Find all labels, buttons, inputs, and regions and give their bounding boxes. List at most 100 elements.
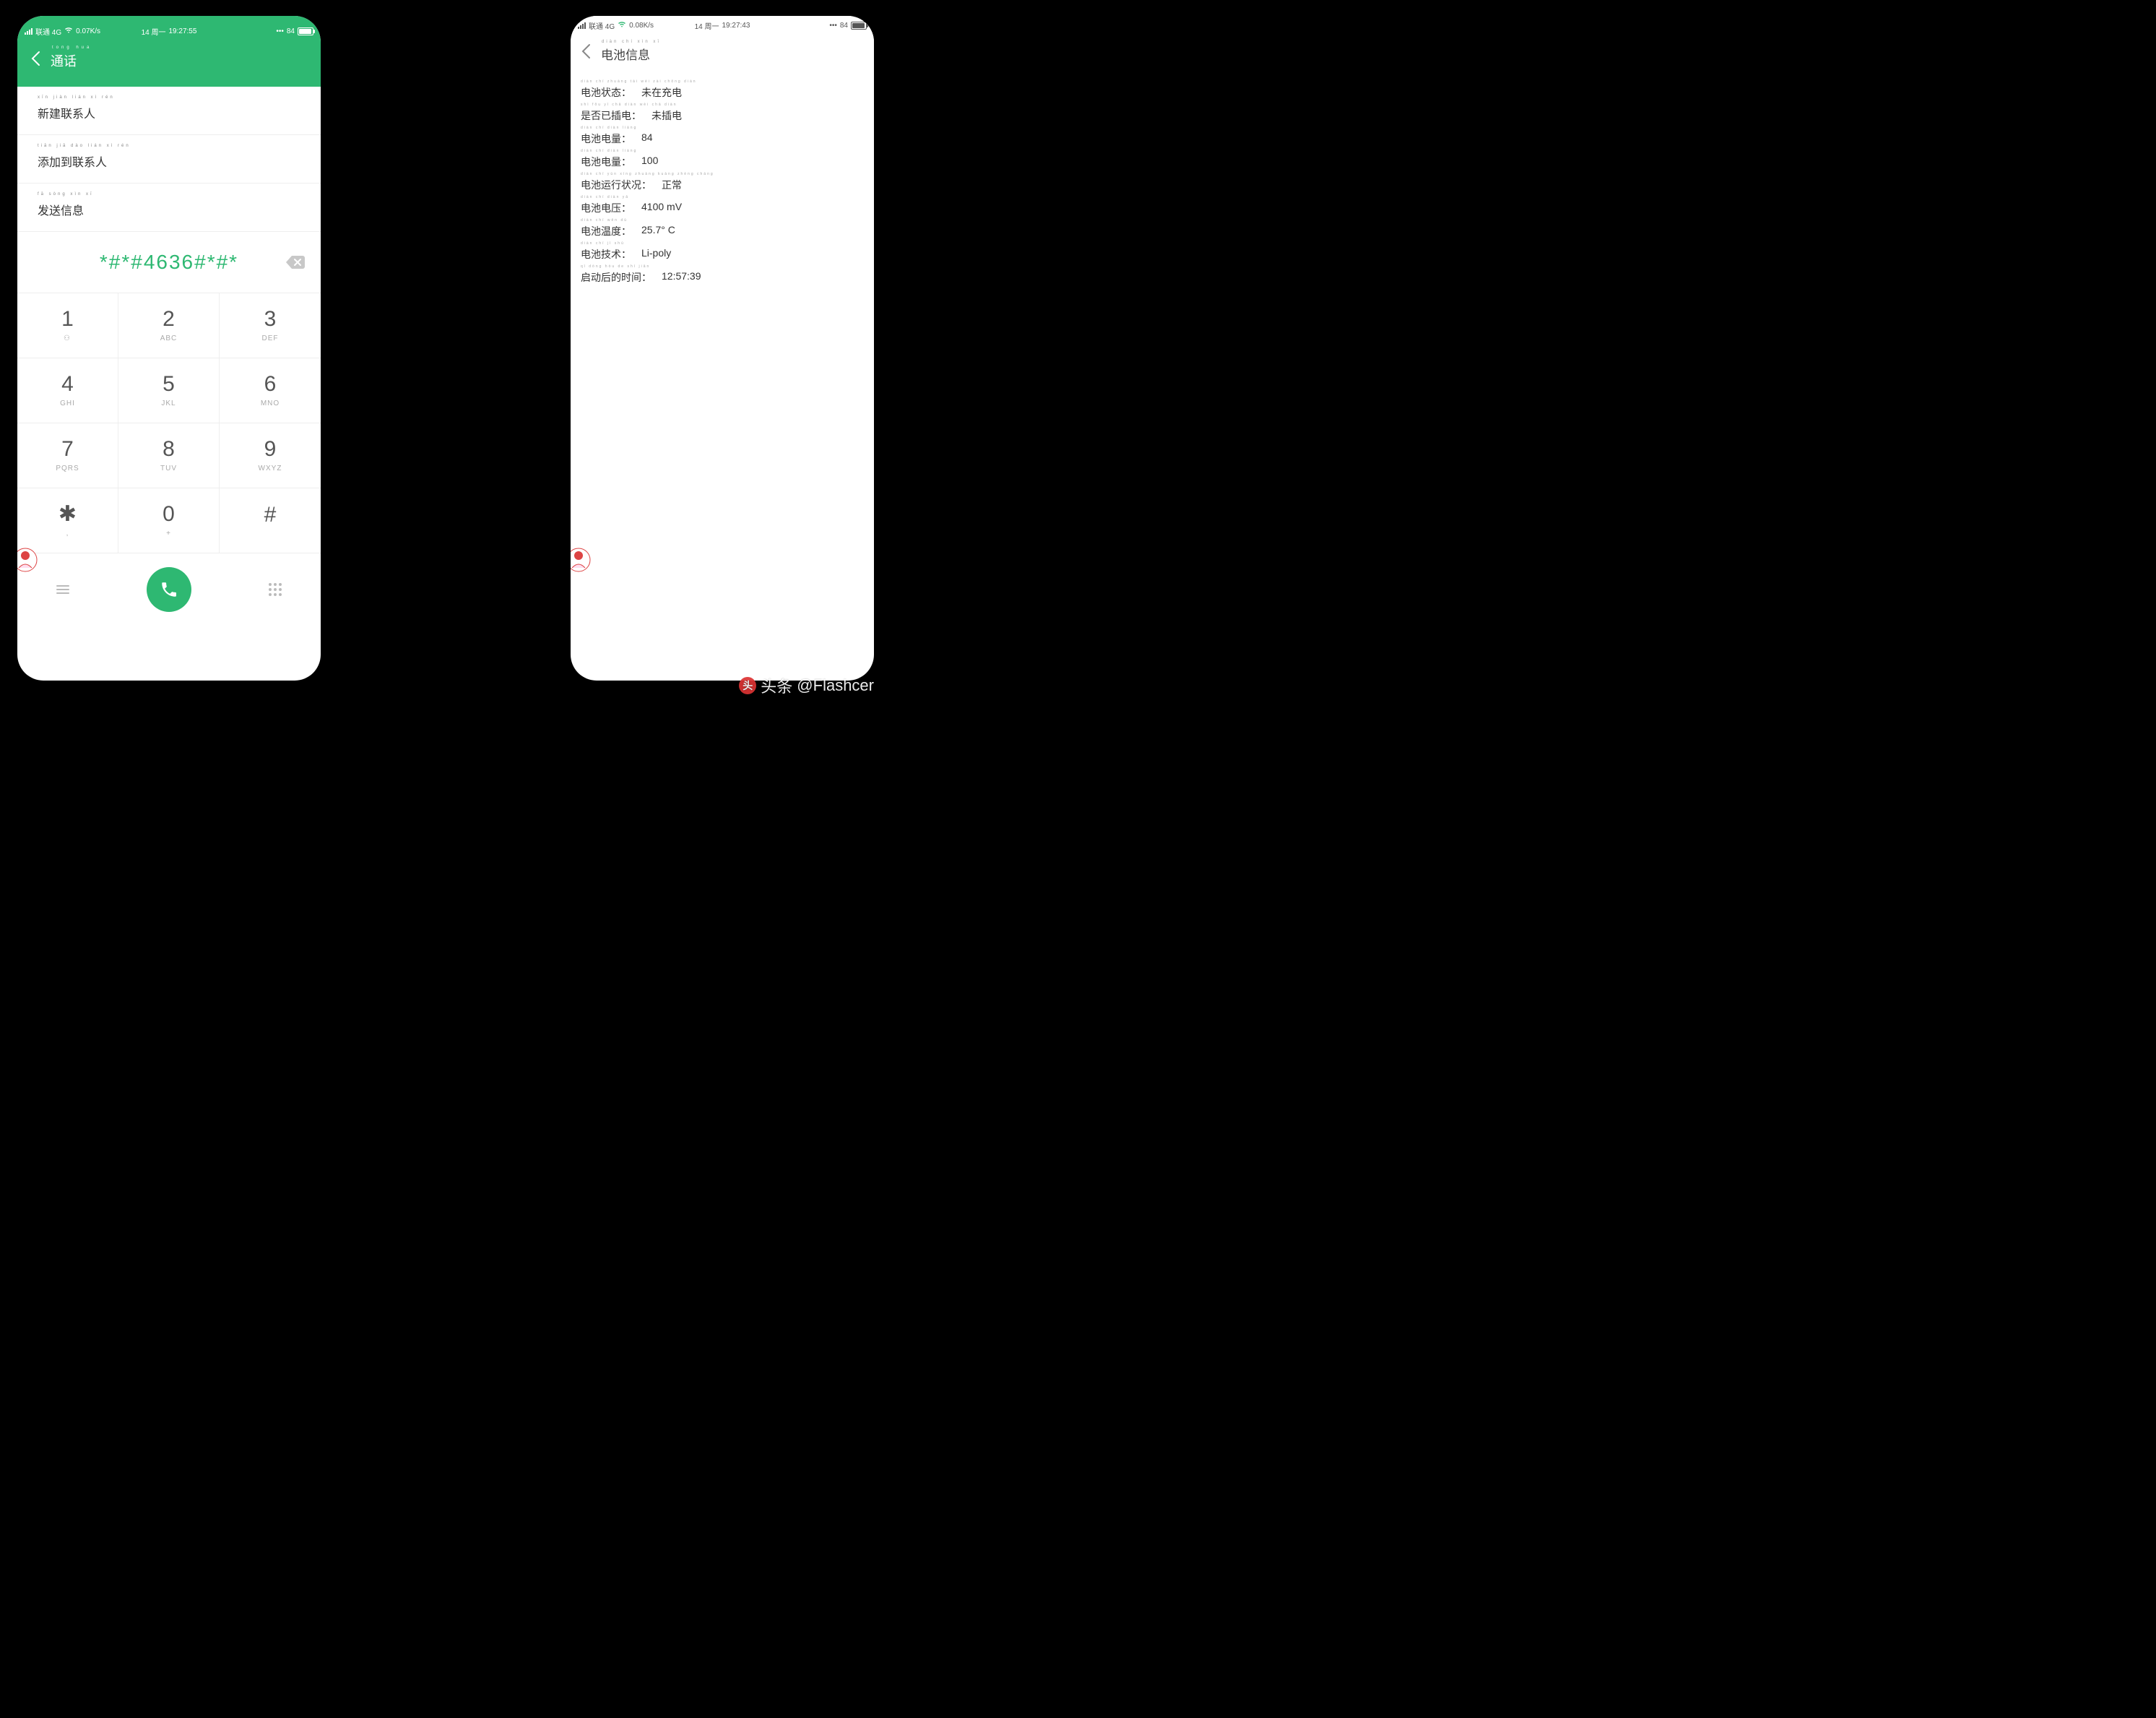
menu-pinyin: tiān jiā dào lián xì rén xyxy=(38,144,131,148)
bottom-action-bar xyxy=(17,553,321,626)
network-speed: 0.08K/s xyxy=(629,22,654,30)
battery-info-list: diàn chí zhuàng tài wèi zài chōng diàn 电… xyxy=(571,72,874,285)
key-digit: ✱ xyxy=(59,504,77,525)
row-pinyin: diàn chí diàn yā xyxy=(581,195,629,199)
key-letters: , xyxy=(66,530,69,538)
row-label: 电池电量： xyxy=(581,131,631,146)
watermark-handle: @Flashcer xyxy=(797,676,874,695)
network-speed: 0.07K/s xyxy=(76,27,100,35)
key-8[interactable]: 8TUV xyxy=(118,423,220,488)
key-digit: 3 xyxy=(264,308,277,330)
header-pinyin: diàn chí xìn xī xyxy=(602,40,661,44)
signal-icon xyxy=(25,27,33,35)
key-digit: 9 xyxy=(264,439,277,460)
dialed-number-row: *#*#4636#*#* xyxy=(17,232,321,293)
row-label: 电池运行状况： xyxy=(581,178,651,192)
key-9[interactable]: 9 WXYZ xyxy=(220,423,321,488)
grid-icon xyxy=(269,583,282,596)
key-digit: 2 xyxy=(163,308,175,330)
date-label: 14 周一 xyxy=(695,20,719,31)
row-label: 电池技术： xyxy=(581,247,631,262)
floating-assistant-icon[interactable] xyxy=(17,548,38,572)
row-value: 未在充电 xyxy=(641,85,682,100)
battery-percent: 84 xyxy=(287,27,295,35)
key-4[interactable]: 4 GHI xyxy=(17,358,118,423)
row-label: 电池状态： xyxy=(581,85,631,100)
row-pinyin: diàn chí zhuàng tài wèi zài chōng diàn xyxy=(581,79,697,84)
app-header: tōng huà 通话 xyxy=(17,35,321,87)
row-voltage: diàn chí diàn yā 电池电压： 4100 mV xyxy=(581,195,864,215)
key-letters: + xyxy=(166,530,171,538)
menu-add-to-contact[interactable]: tiān jiā dào lián xì rén 添加到联系人 xyxy=(17,135,321,184)
menu-button[interactable] xyxy=(56,585,69,594)
key-7[interactable]: 7PQRS xyxy=(17,423,118,488)
row-pinyin: diàn chí diàn liàng xyxy=(581,126,637,130)
dialed-number: *#*#4636#*#* xyxy=(100,251,238,274)
key-letters: ABC xyxy=(160,334,178,342)
key-letters: MNO xyxy=(261,400,280,407)
key-digit: 4 xyxy=(61,374,74,395)
menu-send-message[interactable]: fā sòng xìn xī 发送信息 xyxy=(17,184,321,232)
keypad-toggle-button[interactable] xyxy=(269,583,282,596)
row-level: diàn chí diàn liàng 电池电量： 84 xyxy=(581,126,864,146)
menu-pinyin: xīn jiàn lián xì rén xyxy=(38,95,115,100)
dialer-keypad: 1⚇ 2ABC 3DEF 4GHI 5JKL 6MNO 7PQRS 8TUV 9… xyxy=(17,293,321,553)
row-label: 是否已插电： xyxy=(581,108,641,123)
row-label: 电池温度： xyxy=(581,224,631,238)
statusbar-right: 联通 4G 0.08K/s 14 周一 19:27:43 ••• 84 xyxy=(571,16,874,35)
menu-label: 添加到联系人 xyxy=(38,152,300,170)
key-6[interactable]: 6MNO xyxy=(220,358,321,423)
wifi-icon xyxy=(64,27,73,36)
row-pinyin: diàn chí wēn dù xyxy=(581,218,628,223)
row-temperature: diàn chí wēn dù 电池温度： 25.7° C xyxy=(581,218,864,238)
key-digit: 1 xyxy=(61,308,74,330)
screen-left: 联通 4G 0.07K/s 14 周一 19:27:55 ••• 84 tō xyxy=(17,16,321,681)
statusbar-left: 联通 4G 0.07K/s 14 周一 19:27:55 ••• 84 xyxy=(17,22,321,40)
app-header: diàn chí xìn xī 电池信息 xyxy=(571,35,874,72)
contact-actions-list: xīn jiàn lián xì rén 新建联系人 tiān jiā dào … xyxy=(17,87,321,232)
screen-right: 联通 4G 0.08K/s 14 周一 19:27:43 ••• 84 di xyxy=(571,16,874,681)
key-digit: 0 xyxy=(163,504,175,525)
phone-frame-right: 联通 4G 0.08K/s 14 周一 19:27:43 ••• 84 di xyxy=(563,9,881,688)
battery-icon xyxy=(298,27,313,35)
hamburger-icon xyxy=(56,585,69,594)
key-2[interactable]: 2 ABC xyxy=(118,293,220,358)
key-3[interactable]: 3 DEF xyxy=(220,293,321,358)
carrier-label: 联通 4G xyxy=(589,20,615,31)
key-letters: GHI xyxy=(60,400,75,407)
row-plugged: shì fǒu yǐ chā diàn wèi chā diàn 是否已插电： … xyxy=(581,103,864,123)
voicemail-icon: ⚇ xyxy=(64,334,72,342)
row-label: 电池电量： xyxy=(581,155,631,169)
signal-icon xyxy=(578,22,586,29)
row-uptime: qǐ dòng hòu de shí jiān 启动后的时间： 12:57:39 xyxy=(581,264,864,285)
key-hash[interactable]: # xyxy=(220,488,321,553)
row-label: 电池电压： xyxy=(581,201,631,215)
header-pinyin: tōng huà xyxy=(52,46,92,50)
watermark: 头 头条 @Flashcer xyxy=(739,674,874,697)
phone-frame-left: 联通 4G 0.07K/s 14 周一 19:27:55 ••• 84 tō xyxy=(10,9,328,688)
row-value: 100 xyxy=(641,155,658,169)
row-value: 25.7° C xyxy=(641,224,675,238)
key-letters: DEF xyxy=(262,334,279,342)
floating-assistant-icon[interactable] xyxy=(571,548,591,572)
row-value: 未插电 xyxy=(651,108,682,123)
key-star[interactable]: ✱, xyxy=(17,488,118,553)
battery-icon xyxy=(851,22,867,30)
more-dots-icon: ••• xyxy=(829,22,837,30)
key-digit: 5 xyxy=(163,374,175,395)
menu-new-contact[interactable]: xīn jiàn lián xì rén 新建联系人 xyxy=(17,87,321,135)
row-pinyin: qǐ dòng hòu de shí jiān xyxy=(581,264,650,269)
key-5[interactable]: 5JKL xyxy=(118,358,220,423)
key-0[interactable]: 0+ xyxy=(118,488,220,553)
back-icon[interactable] xyxy=(30,51,40,72)
row-technology: diàn chí jì shù 电池技术： Li-poly xyxy=(581,241,864,262)
key-letters: TUV xyxy=(160,465,177,472)
row-pinyin: diàn chí yùn xíng zhuàng kuàng zhèng chá… xyxy=(581,172,714,176)
key-1[interactable]: 1⚇ xyxy=(17,293,118,358)
call-button[interactable] xyxy=(147,567,191,612)
time-label: 19:27:43 xyxy=(722,22,750,30)
time-label: 19:27:55 xyxy=(168,27,196,35)
key-letters: WXYZ xyxy=(259,465,282,472)
back-icon[interactable] xyxy=(581,43,591,64)
backspace-button[interactable] xyxy=(286,256,305,269)
